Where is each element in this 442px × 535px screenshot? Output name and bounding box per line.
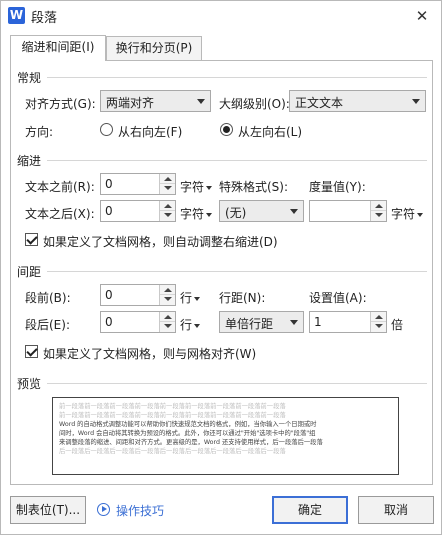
- space-before-spinner[interactable]: 0: [100, 284, 176, 306]
- spin-down-icon[interactable]: [164, 213, 172, 217]
- tab-line-page-breaks[interactable]: 换行和分页(P): [106, 36, 202, 60]
- line-spacing-label: 行距(N):: [219, 291, 266, 305]
- indent-after-value: 0: [105, 204, 113, 218]
- spin-down-icon[interactable]: [164, 324, 172, 328]
- caret-down-icon: [206, 185, 213, 190]
- grid-align-checkbox[interactable]: [25, 345, 38, 358]
- paragraph-preview: 前一段落前一段落前一段落前一段落前一段落前一段落前一段落前一段落前一段落 前一段…: [52, 397, 399, 475]
- auto-adjust-indent-checkbox[interactable]: [25, 233, 38, 246]
- preview-prev-line: 前一段落前一段落前一段落前一段落前一段落前一段落前一段落前一段落前一段落: [59, 403, 286, 410]
- wps-writer-icon: W: [8, 7, 25, 24]
- spin-up-icon[interactable]: [164, 315, 172, 319]
- tab-indent-spacing[interactable]: 缩进和间距(I): [10, 35, 106, 61]
- indent-after-unit[interactable]: 字符: [180, 205, 213, 222]
- indent-divider: [47, 160, 427, 161]
- spin-down-icon[interactable]: [375, 213, 383, 217]
- ok-button[interactable]: 确定: [272, 496, 348, 524]
- indent-before-spinner[interactable]: 0: [100, 173, 176, 195]
- setting-unit: 倍: [391, 318, 404, 332]
- ltr-label[interactable]: 从左向右(L): [238, 123, 302, 140]
- spin-up-icon[interactable]: [164, 177, 172, 181]
- caret-down-icon: [194, 296, 201, 301]
- caret-down-icon: [206, 212, 213, 217]
- indent-before-value: 0: [105, 177, 113, 191]
- special-format-label: 特殊格式(S):: [219, 180, 289, 194]
- chevron-down-icon: [290, 209, 298, 214]
- spin-up-icon[interactable]: [164, 204, 172, 208]
- alignment-value: 两端对齐: [106, 96, 155, 110]
- indent-before-label: 文本之前(R):: [25, 180, 95, 194]
- indent-before-unit[interactable]: 字符: [180, 178, 213, 195]
- direction-label: 方向:: [25, 125, 54, 139]
- outline-level-label: 大纲级别(O):: [219, 97, 290, 111]
- space-before-unit[interactable]: 行: [180, 289, 201, 306]
- measure-unit[interactable]: 字符: [391, 205, 424, 222]
- spin-down-icon[interactable]: [164, 297, 172, 301]
- play-circle-icon[interactable]: [97, 503, 110, 516]
- indent-heading: 缩进: [17, 154, 42, 168]
- spacing-divider: [47, 271, 427, 272]
- spin-down-icon[interactable]: [164, 186, 172, 190]
- grid-align-label[interactable]: 如果定义了文档网格，则与网格对齐(W): [43, 345, 256, 362]
- ltr-radio[interactable]: [220, 123, 233, 136]
- rtl-label[interactable]: 从右向左(F): [118, 123, 182, 140]
- spin-up-icon[interactable]: [375, 315, 383, 319]
- setting-value: 1: [314, 315, 322, 329]
- paragraph-dialog: W 段落 ✕ 缩进和间距(I) 换行和分页(P) 常规 对齐方式(G): 两端对…: [0, 0, 442, 535]
- space-before-value: 0: [105, 288, 113, 302]
- general-divider: [47, 77, 427, 78]
- tips-link[interactable]: 操作技巧: [116, 502, 164, 519]
- space-after-unit[interactable]: 行: [180, 316, 201, 333]
- preview-sample-line: 间时，Word 会自动将其转换为预设的格式。此外，你还可以通过"开始"选项卡中的…: [59, 430, 316, 437]
- preview-sample-line: 来调整段落的缩进、间距和对齐方式。更高级的是，Word 还支持使用样式，后一段落…: [59, 439, 323, 446]
- alignment-select[interactable]: 两端对齐: [100, 90, 211, 112]
- preview-prev-line: 前一段落前一段落前一段落前一段落前一段落前一段落前一段落前一段落前一段落: [59, 412, 286, 419]
- chevron-down-icon: [290, 320, 298, 325]
- measure-label: 度量值(Y):: [309, 180, 366, 194]
- measure-spinner[interactable]: [309, 200, 387, 222]
- close-icon[interactable]: ✕: [413, 7, 431, 25]
- space-after-label: 段后(E):: [25, 318, 70, 332]
- chevron-down-icon: [412, 99, 420, 104]
- outline-level-select[interactable]: 正文文本: [289, 90, 426, 112]
- rtl-radio[interactable]: [100, 123, 113, 136]
- chevron-down-icon: [197, 99, 205, 104]
- dialog-title: 段落: [31, 11, 58, 26]
- caret-down-icon: [417, 212, 424, 217]
- cancel-button[interactable]: 取消: [358, 496, 434, 524]
- tab-panel: 常规 对齐方式(G): 两端对齐 大纲级别(O): 正文文本 方向: 从右向左(…: [10, 60, 433, 485]
- tab-stops-button[interactable]: 制表位(T)...: [10, 496, 86, 524]
- spacing-heading: 间距: [17, 265, 42, 279]
- indent-after-spinner[interactable]: 0: [100, 200, 176, 222]
- outline-level-value: 正文文本: [295, 96, 344, 110]
- general-heading: 常规: [17, 71, 42, 85]
- line-spacing-select[interactable]: 单倍行距: [219, 311, 304, 333]
- space-after-value: 0: [105, 315, 113, 329]
- auto-adjust-indent-label[interactable]: 如果定义了文档网格，则自动调整右缩进(D): [43, 233, 278, 250]
- setting-value-spinner[interactable]: 1: [309, 311, 387, 333]
- preview-heading: 预览: [17, 377, 42, 391]
- special-format-value: (无): [225, 206, 247, 220]
- indent-after-label: 文本之后(X):: [25, 207, 95, 221]
- special-format-select[interactable]: (无): [219, 200, 304, 222]
- spin-up-icon[interactable]: [164, 288, 172, 292]
- title-bar: W 段落 ✕: [1, 1, 441, 31]
- spin-up-icon[interactable]: [375, 204, 383, 208]
- preview-divider: [47, 383, 427, 384]
- setting-value-label: 设置值(A):: [309, 291, 367, 305]
- spin-down-icon[interactable]: [375, 324, 383, 328]
- caret-down-icon: [194, 323, 201, 328]
- space-before-label: 段前(B):: [25, 291, 71, 305]
- line-spacing-value: 单倍行距: [225, 317, 274, 331]
- preview-sample-line: Word 的自动格式调整功能可以帮助你们快速规范文档的格式，例如，当你输入一个日…: [59, 421, 317, 428]
- alignment-label: 对齐方式(G):: [25, 97, 96, 111]
- space-after-spinner[interactable]: 0: [100, 311, 176, 333]
- preview-next-line: 后一段落后一段落后一段落后一段落后一段落后一段落后一段落后一段落后一段落: [59, 448, 286, 455]
